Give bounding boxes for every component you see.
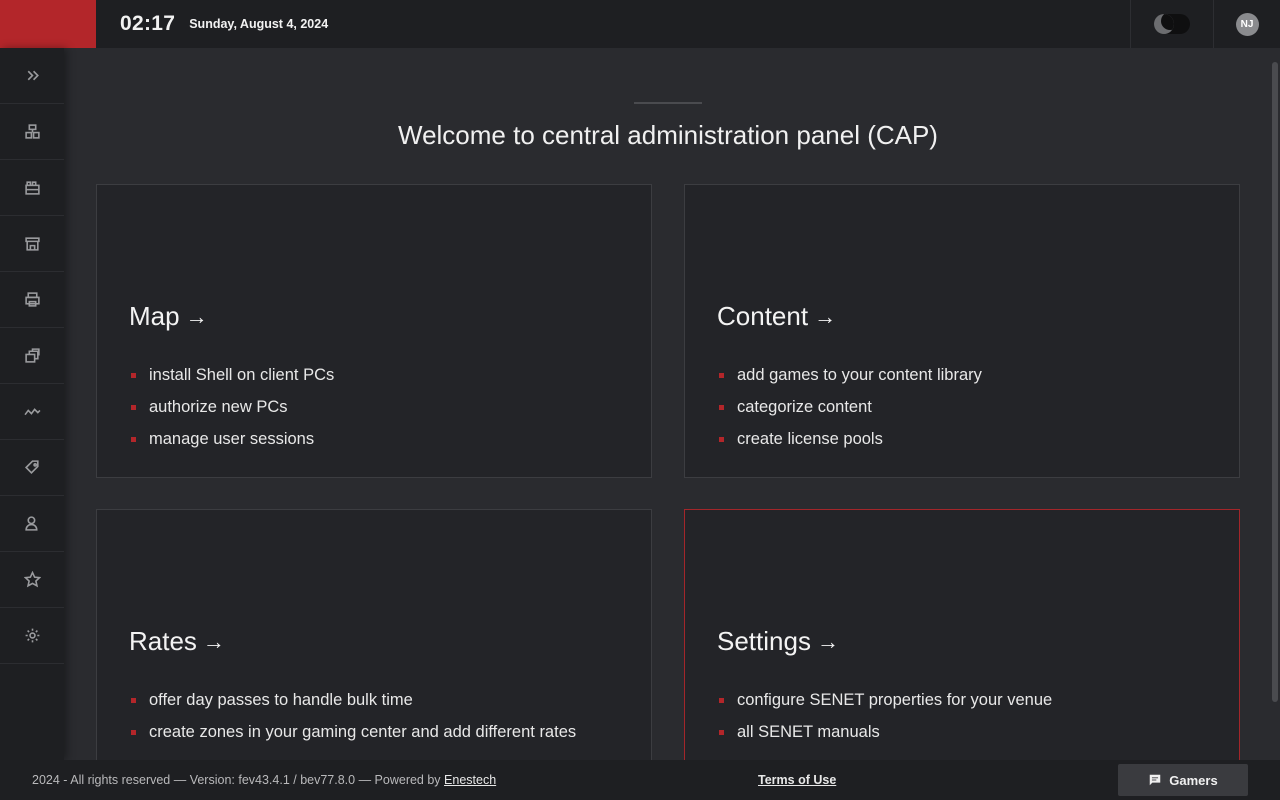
avatar[interactable]: NJ bbox=[1235, 12, 1259, 36]
list-item-text: configure SENET properties for your venu… bbox=[737, 690, 1053, 709]
card-title-settings[interactable]: Settings → bbox=[717, 626, 839, 657]
card-title-label: Settings bbox=[717, 626, 811, 656]
arrow-right-icon: → bbox=[185, 303, 208, 329]
store-icon bbox=[24, 237, 40, 251]
activity-graph-icon bbox=[23, 408, 41, 416]
list-item-text: manage user sessions bbox=[149, 429, 315, 448]
list-item-text: categorize content bbox=[737, 397, 872, 416]
clock-time: 02:17 bbox=[120, 12, 176, 35]
card-feature-list: offer day passes to handle bulk time cre… bbox=[131, 684, 576, 748]
sidebar-item-content[interactable] bbox=[0, 160, 64, 216]
content-card[interactable]: Content → add games to your content libr… bbox=[684, 184, 1240, 478]
bullet-icon bbox=[719, 436, 724, 442]
theme-toggle-cell bbox=[1130, 0, 1214, 48]
list-item-text: add games to your content library bbox=[737, 365, 982, 384]
chat-icon bbox=[1150, 774, 1161, 786]
list-item-text: offer day passes to handle bulk time bbox=[149, 690, 413, 709]
arrow-right-icon: → bbox=[202, 628, 225, 654]
footer: 2024 - All rights reserved — Version: fe… bbox=[0, 760, 1280, 800]
sidebar-item-store[interactable] bbox=[0, 216, 64, 272]
list-item-text: create zones in your gaming center and a… bbox=[149, 722, 577, 741]
card-title-content[interactable]: Content → bbox=[717, 301, 836, 332]
card-feature-list: install Shell on client PCs authorize ne… bbox=[131, 359, 334, 455]
gear-icon bbox=[25, 628, 39, 643]
list-item: manage user sessions bbox=[131, 423, 334, 455]
list-item: create license pools bbox=[719, 423, 982, 455]
list-item: configure SENET properties for your venu… bbox=[719, 684, 1052, 716]
card-title-label: Rates bbox=[129, 626, 197, 656]
page-title: Welcome to central administration panel … bbox=[398, 120, 938, 150]
content-library-icon bbox=[24, 181, 40, 195]
sidebar-item-expand[interactable] bbox=[0, 48, 64, 104]
sidebar-item-rates[interactable] bbox=[0, 440, 64, 496]
sidebar-item-print[interactable] bbox=[0, 272, 64, 328]
arrow-right-icon: → bbox=[816, 628, 839, 654]
rates-card[interactable]: Rates → offer day passes to handle bulk … bbox=[96, 509, 652, 760]
bullet-icon bbox=[131, 697, 136, 703]
list-item: categorize content bbox=[719, 391, 982, 423]
sidebar-item-map[interactable] bbox=[0, 104, 64, 160]
main-content: Welcome to central administration panel … bbox=[64, 48, 1270, 760]
users-icon bbox=[24, 516, 38, 531]
list-item: create zones in your gaming center and a… bbox=[131, 716, 576, 748]
sidebar-item-settings[interactable] bbox=[0, 608, 64, 664]
stacked-windows-icon bbox=[24, 348, 40, 363]
top-bar: 02:17 Sunday, August 4, 2024 NJ bbox=[0, 0, 1280, 48]
sidebar-item-users[interactable] bbox=[0, 496, 64, 552]
card-title-label: Map bbox=[129, 301, 180, 331]
brand-logo-block[interactable] bbox=[0, 0, 96, 48]
printer-icon bbox=[24, 292, 40, 307]
sidebar-item-windows[interactable] bbox=[0, 328, 64, 384]
list-item: offer day passes to handle bulk time bbox=[131, 684, 576, 716]
card-title-label: Content bbox=[717, 301, 809, 331]
current-date: Sunday, August 4, 2024 bbox=[189, 17, 329, 31]
moon-toggle-icon[interactable] bbox=[1154, 14, 1190, 34]
bullet-icon bbox=[131, 436, 136, 442]
list-item-text: install Shell on client PCs bbox=[149, 365, 335, 384]
scrollbar[interactable] bbox=[1272, 62, 1278, 702]
sidebar-item-favorites[interactable] bbox=[0, 552, 64, 608]
copyright-label: 2024 - All rights reserved — Version: fe… bbox=[32, 773, 445, 787]
title-divider bbox=[634, 102, 702, 104]
bullet-icon bbox=[131, 729, 136, 735]
list-item-text: authorize new PCs bbox=[149, 397, 288, 416]
bullet-icon bbox=[719, 404, 724, 410]
card-feature-list: configure SENET properties for your venu… bbox=[719, 684, 1052, 748]
copyright-text: 2024 - All rights reserved — Version: fe… bbox=[32, 773, 496, 787]
list-item-text: create license pools bbox=[737, 429, 883, 448]
map-card[interactable]: Map → install Shell on client PCs author… bbox=[96, 184, 652, 478]
list-item: add games to your content library bbox=[719, 359, 982, 391]
card-title-rates[interactable]: Rates → bbox=[129, 626, 225, 657]
tag-settings-icon bbox=[24, 460, 39, 474]
gamers-button[interactable]: Gamers bbox=[1118, 764, 1248, 796]
sidebar-item-activity[interactable] bbox=[0, 384, 64, 440]
card-feature-list: add games to your content library catego… bbox=[719, 359, 982, 455]
list-item-text: all SENET manuals bbox=[737, 722, 880, 741]
card-title-map[interactable]: Map → bbox=[129, 301, 208, 332]
bullet-icon bbox=[719, 729, 724, 735]
sidebar bbox=[0, 48, 64, 760]
list-item: all SENET manuals bbox=[719, 716, 1052, 748]
bullet-icon bbox=[719, 372, 724, 378]
bullet-icon bbox=[131, 404, 136, 410]
arrow-right-icon: → bbox=[814, 303, 837, 329]
list-item: authorize new PCs bbox=[131, 391, 334, 423]
star-icon bbox=[23, 571, 41, 588]
dashboard-icon bbox=[24, 124, 40, 139]
enestech-link[interactable]: Enestech bbox=[444, 773, 496, 787]
settings-card[interactable]: Settings → configure SENET properties fo… bbox=[684, 509, 1240, 760]
gamers-button-label: Gamers bbox=[1169, 772, 1218, 788]
expand-chevrons-icon bbox=[27, 70, 39, 81]
bullet-icon bbox=[719, 697, 724, 703]
bullet-icon bbox=[131, 372, 136, 378]
terms-of-use-link[interactable]: Terms of Use bbox=[758, 773, 836, 787]
list-item: install Shell on client PCs bbox=[131, 359, 334, 391]
